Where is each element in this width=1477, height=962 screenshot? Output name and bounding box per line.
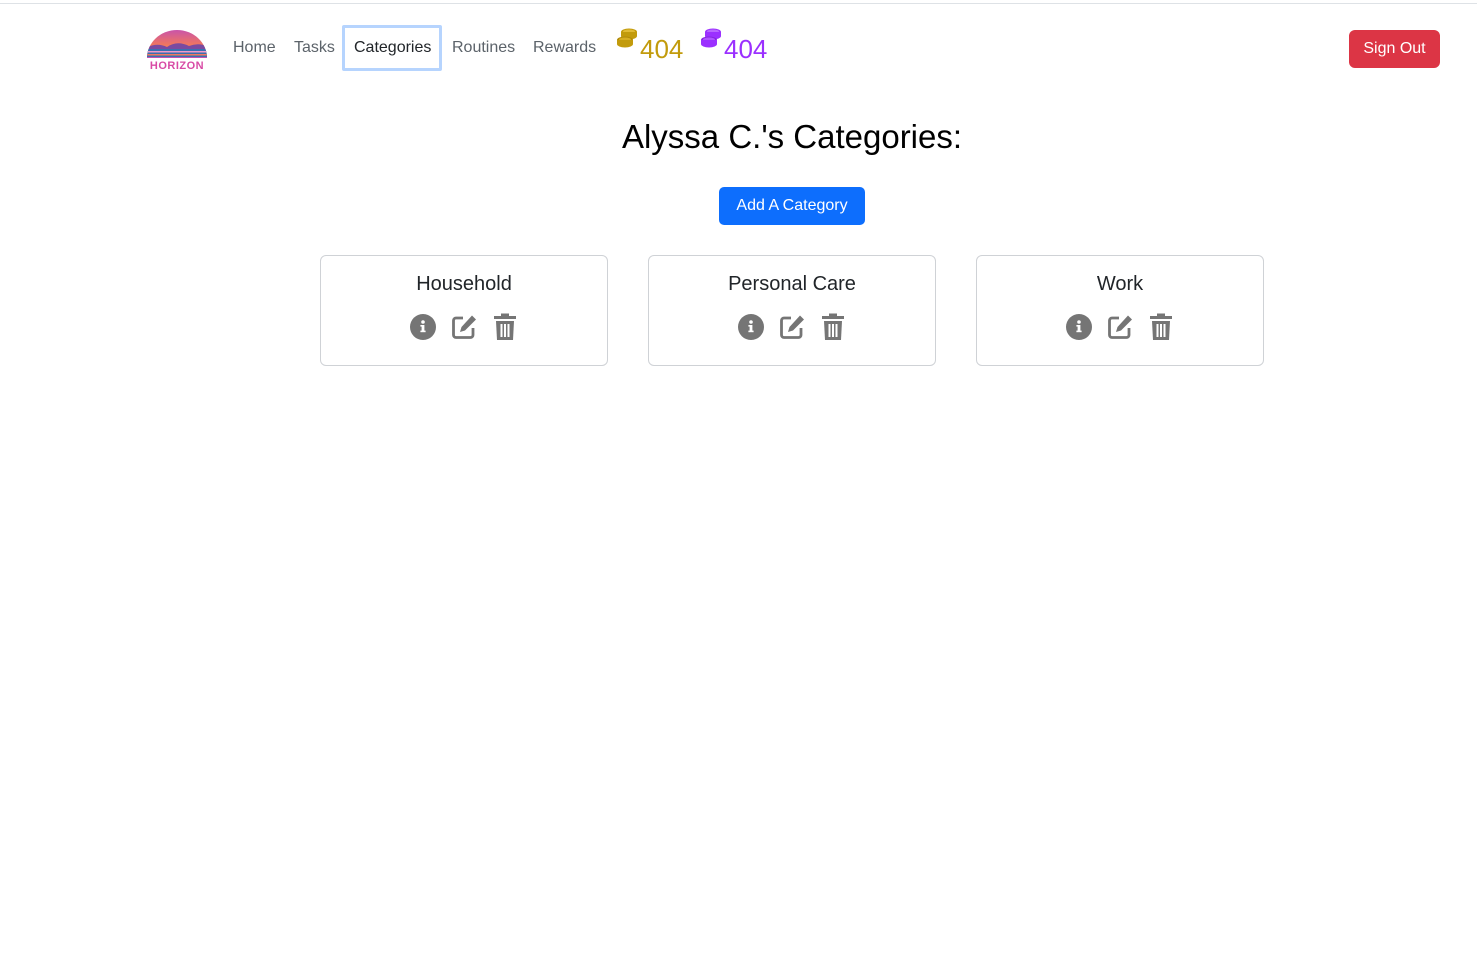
horizon-logo-icon xyxy=(147,30,207,58)
gold-coins-icon xyxy=(616,27,638,49)
category-name: Personal Care xyxy=(728,273,856,295)
navbar: HORIZON Home Tasks Categories Routines R… xyxy=(0,4,1477,92)
logo-text: HORIZON xyxy=(149,60,205,72)
trash-icon[interactable] xyxy=(491,313,519,341)
gold-coins-count: 404 xyxy=(640,34,684,64)
category-actions xyxy=(321,312,607,342)
edit-icon[interactable] xyxy=(778,313,806,341)
purple-coins-count: 404 xyxy=(724,34,768,64)
info-icon[interactable] xyxy=(409,313,437,341)
nav-home-link[interactable]: Home xyxy=(233,38,276,58)
add-category-button[interactable]: Add A Category xyxy=(719,187,865,225)
category-card-personal-care: Personal Care xyxy=(648,255,936,366)
category-name: Household xyxy=(416,273,512,295)
category-card-work: Work xyxy=(976,255,1264,366)
nav-routines-link[interactable]: Routines xyxy=(452,38,515,58)
purple-coins-icon xyxy=(700,27,722,49)
nav-categories-link[interactable]: Categories xyxy=(354,38,431,58)
trash-icon[interactable] xyxy=(1147,313,1175,341)
edit-icon[interactable] xyxy=(1106,313,1134,341)
nav-rewards-link[interactable]: Rewards xyxy=(533,38,596,58)
trash-icon[interactable] xyxy=(819,313,847,341)
sign-out-button[interactable]: Sign Out xyxy=(1349,30,1440,68)
category-card-household: Household xyxy=(320,255,608,366)
nav-tasks-link[interactable]: Tasks xyxy=(294,38,335,58)
info-icon[interactable] xyxy=(1065,313,1093,341)
category-actions xyxy=(977,312,1263,342)
page-title: Alyssa C.'s Categories: xyxy=(621,118,963,155)
info-icon[interactable] xyxy=(737,313,765,341)
category-name: Work xyxy=(1096,273,1144,295)
horizon-logo[interactable]: HORIZON xyxy=(145,28,209,74)
category-actions xyxy=(649,312,935,342)
edit-icon[interactable] xyxy=(450,313,478,341)
